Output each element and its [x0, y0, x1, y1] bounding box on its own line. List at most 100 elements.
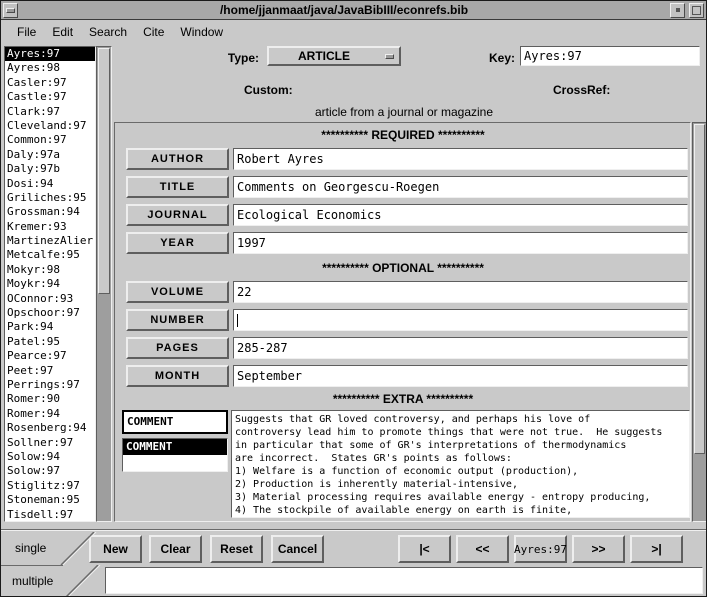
list-item[interactable]: Tisdell:97: [5, 508, 95, 522]
volume-field-label[interactable]: VOLUME: [126, 281, 229, 303]
list-item[interactable]: Solow:97: [5, 464, 95, 478]
clear-button[interactable]: Clear: [149, 535, 202, 563]
window-title: /home/jjanmaat/java/JavaBibIII/econrefs.…: [20, 2, 668, 19]
pages-field-label[interactable]: PAGES: [126, 337, 229, 359]
list-item[interactable]: Sollner:97: [5, 436, 95, 450]
list-item[interactable]: Casler:97: [5, 76, 95, 90]
number-input[interactable]: [233, 309, 688, 331]
maximize-button[interactable]: [689, 3, 704, 18]
list-item[interactable]: Romer:94: [5, 407, 95, 421]
list-item[interactable]: Stoneman:95: [5, 493, 95, 507]
list-item[interactable]: Rosenberg:94: [5, 421, 95, 435]
journal-field-label[interactable]: JOURNAL: [126, 204, 229, 226]
list-item[interactable]: MartinezAlier:97: [5, 234, 95, 248]
window-menu-button[interactable]: [3, 3, 18, 18]
entry-type-description: article from a journal or magazine: [111, 105, 697, 119]
extra-field-list[interactable]: COMMENT: [122, 438, 228, 472]
iconify-button[interactable]: [670, 3, 685, 18]
list-item[interactable]: Grossman:94: [5, 205, 95, 219]
required-section-header: ********** REQUIRED **********: [115, 128, 691, 142]
list-item[interactable]: Clark:97: [5, 105, 95, 119]
menu-search[interactable]: Search: [81, 21, 135, 43]
list-item[interactable]: Cleveland:97: [5, 119, 95, 133]
iconify-icon: [676, 8, 680, 12]
key-value: Ayres:97: [524, 49, 582, 63]
list-item[interactable]: Daly:97a: [5, 148, 95, 162]
menu-file[interactable]: File: [9, 21, 44, 43]
list-item[interactable]: Common:97: [5, 133, 95, 147]
list-item[interactable]: Romer:90: [5, 392, 95, 406]
list-item[interactable]: Daly:97b: [5, 162, 95, 176]
title-input[interactable]: Comments on Georgescu-Roegen: [233, 176, 688, 198]
nav-first-button[interactable]: |<: [398, 535, 451, 563]
month-value: September: [237, 369, 302, 383]
extra-field-selector[interactable]: COMMENT: [122, 410, 228, 434]
year-field-label[interactable]: YEAR: [126, 232, 229, 254]
pages-input[interactable]: 285-287: [233, 337, 688, 359]
volume-value: 22: [237, 285, 251, 299]
list-item[interactable]: Perrings:97: [5, 378, 95, 392]
list-item[interactable]: Griliches:95: [5, 191, 95, 205]
comment-textarea[interactable]: Suggests that GR loved controversy, and …: [231, 410, 690, 518]
author-field-label[interactable]: AUTHOR: [126, 148, 229, 170]
menubar: File Edit Search Cite Window: [1, 19, 706, 45]
month-field-label[interactable]: MONTH: [126, 365, 229, 387]
list-item[interactable]: Castle:97: [5, 90, 95, 104]
month-input[interactable]: September: [233, 365, 688, 387]
list-item[interactable]: OConnor:93: [5, 292, 95, 306]
list-item[interactable]: Patel:95: [5, 335, 95, 349]
list-item[interactable]: Metcalfe:95: [5, 248, 95, 262]
title-field-label[interactable]: TITLE: [126, 176, 229, 198]
list-item[interactable]: Stiglitz:97: [5, 479, 95, 493]
cite-input[interactable]: \cite{Ayres:97}: [105, 567, 703, 594]
bottom-separator: [1, 529, 707, 531]
custom-label: Custom:: [244, 83, 293, 97]
nav-next-button[interactable]: >>: [572, 535, 625, 563]
number-field-label[interactable]: NUMBER: [126, 309, 229, 331]
nav-last-button[interactable]: >|: [630, 535, 683, 563]
list-item[interactable]: Kremer:93: [5, 220, 95, 234]
optional-section-header: ********** OPTIONAL **********: [115, 261, 691, 275]
list-item[interactable]: Moykr:94: [5, 277, 95, 291]
cancel-button[interactable]: Cancel: [271, 535, 324, 563]
app-window: /home/jjanmaat/java/JavaBibIII/econrefs.…: [0, 0, 707, 597]
list-item[interactable]: Pearce:97: [5, 349, 95, 363]
reference-list[interactable]: Ayres:97Ayres:98Casler:97Castle:97Clark:…: [4, 46, 96, 522]
author-input[interactable]: Robert Ayres: [233, 148, 688, 170]
type-dropdown[interactable]: ARTICLE: [267, 46, 401, 66]
list-item[interactable]: Ayres:97: [5, 47, 95, 61]
crossref-label: CrossRef:: [553, 83, 610, 97]
journal-value: Ecological Economics: [237, 208, 382, 222]
volume-input[interactable]: 22: [233, 281, 688, 303]
list-item[interactable]: Peet:97: [5, 364, 95, 378]
menu-edit[interactable]: Edit: [44, 21, 81, 43]
tab-multiple[interactable]: multiple: [1, 565, 101, 597]
tab-single[interactable]: single: [1, 532, 97, 565]
list-item[interactable]: Solow:94: [5, 450, 95, 464]
form-scrollbar[interactable]: [692, 122, 707, 522]
journal-input[interactable]: Ecological Economics: [233, 204, 688, 226]
key-input[interactable]: Ayres:97: [520, 46, 700, 66]
option-dash-icon: [385, 54, 394, 59]
nav-current-entry-button[interactable]: Ayres:97: [514, 535, 567, 563]
list-item[interactable]: Dosi:94: [5, 177, 95, 191]
year-input[interactable]: 1997: [233, 232, 688, 254]
menu-window[interactable]: Window: [172, 21, 231, 43]
list-scrollbar[interactable]: [96, 46, 112, 522]
type-dropdown-value: ARTICLE: [269, 48, 379, 64]
list-item[interactable]: Ayres:98: [5, 61, 95, 75]
maximize-icon: [692, 6, 701, 15]
title-value: Comments on Georgescu-Roegen: [237, 180, 439, 194]
nav-prev-button[interactable]: <<: [456, 535, 509, 563]
window-menu-icon: [6, 8, 15, 13]
reset-button[interactable]: Reset: [210, 535, 263, 563]
tab-multiple-label: multiple: [12, 574, 53, 588]
list-item[interactable]: Opschoor:97: [5, 306, 95, 320]
list-scrollbar-thumb[interactable]: [98, 48, 110, 294]
list-item[interactable]: Mokyr:98: [5, 263, 95, 277]
tab-single-label: single: [15, 541, 46, 555]
form-scrollbar-thumb[interactable]: [694, 124, 705, 454]
list-item[interactable]: Park:94: [5, 320, 95, 334]
menu-cite[interactable]: Cite: [135, 21, 172, 43]
extra-list-item[interactable]: COMMENT: [123, 439, 227, 455]
